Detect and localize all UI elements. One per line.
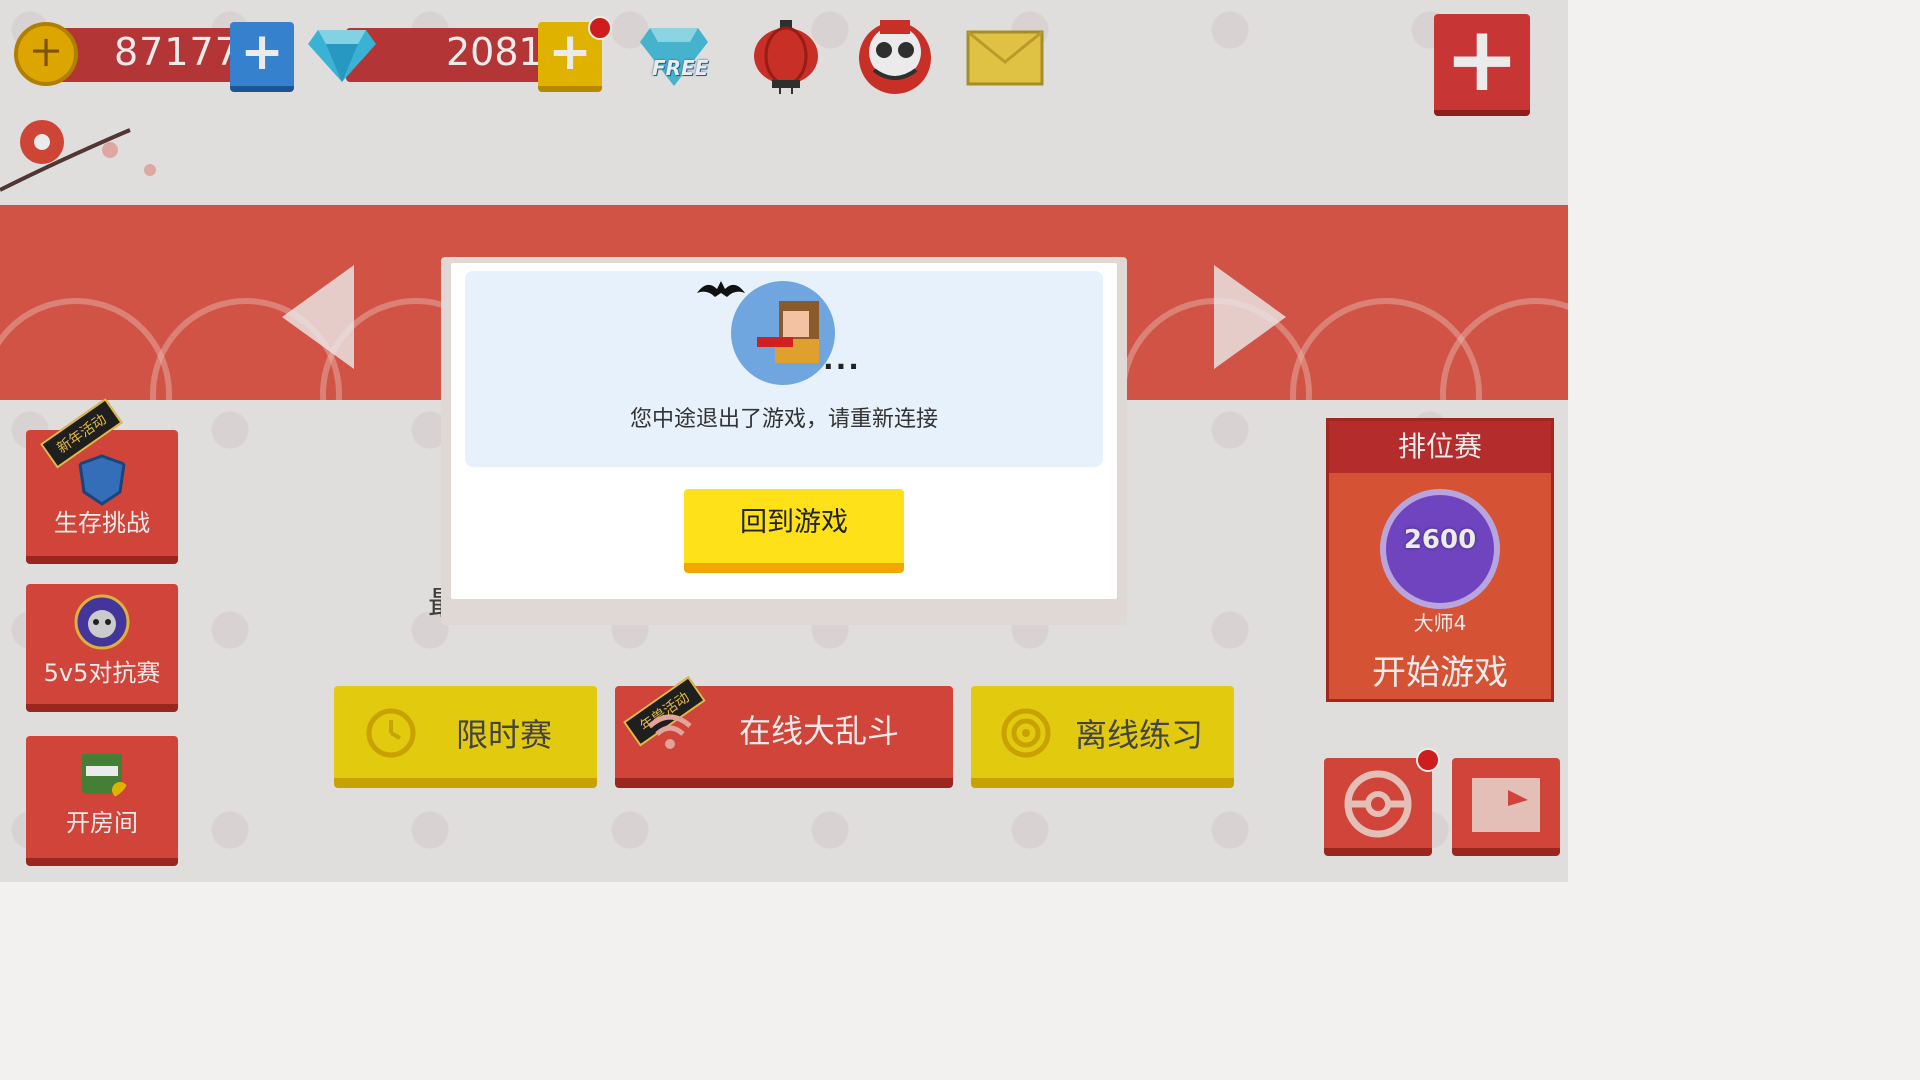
character-avatar xyxy=(731,281,835,385)
disconnect-message: 您中途退出了游戏，请重新连接 xyxy=(629,407,938,432)
loading-dots: ... xyxy=(823,343,861,376)
dialog-body: ... 您中途退出了游戏，请重新连接 回到游戏 xyxy=(451,263,1117,599)
reconnect-dialog: ... 您中途退出了游戏，请重新连接 回到游戏 xyxy=(441,257,1127,625)
dialog-info-panel: ... 您中途退出了游戏，请重新连接 xyxy=(465,271,1103,467)
caveman-character-icon xyxy=(757,301,819,363)
bat-icon xyxy=(697,281,745,297)
return-to-game-button[interactable]: 回到游戏 xyxy=(684,489,904,573)
